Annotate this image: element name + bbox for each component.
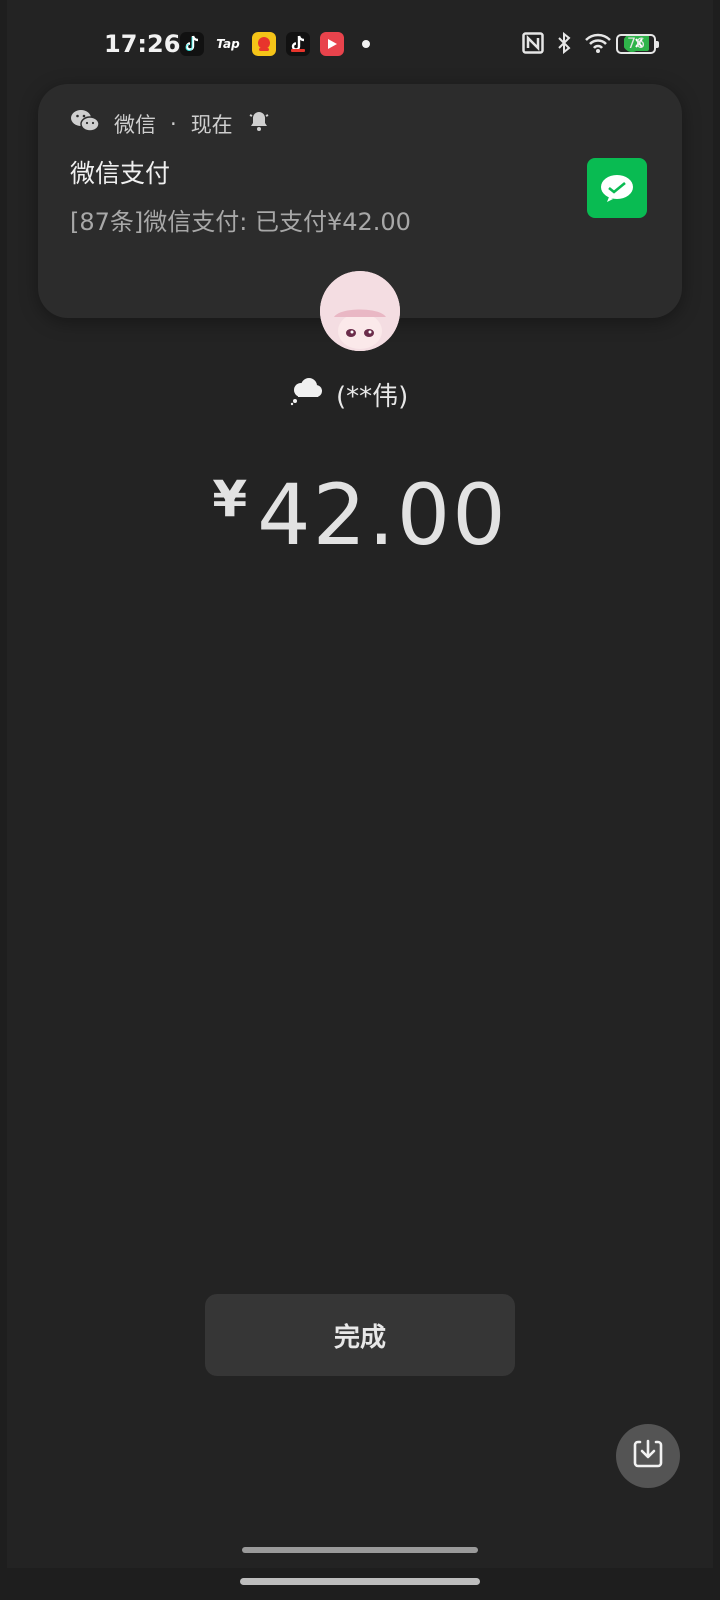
currency-symbol: ¥	[212, 470, 248, 528]
status-bar: 17:26 Tap 76	[0, 0, 720, 90]
done-button[interactable]: 完成	[205, 1294, 515, 1376]
wechat-pay-thumbnail-icon	[587, 158, 647, 218]
payee-row: (**伟)	[290, 376, 408, 413]
notification-header: 微信 · 现在	[70, 108, 271, 139]
notification-app-icons: Tap	[180, 32, 370, 56]
notification-body: [87条]微信支付: 已支付¥42.00	[70, 208, 411, 236]
taobao-icon	[252, 32, 276, 56]
taptap-icon: Tap	[216, 37, 240, 51]
status-time: 17:26	[104, 30, 181, 58]
notification-time: 现在	[190, 112, 233, 137]
douyin-lite-icon	[286, 32, 310, 56]
payee-name: (**伟)	[336, 382, 409, 412]
cloud-icon	[290, 376, 324, 413]
battery-indicator: 76	[616, 34, 659, 54]
download-icon	[630, 1436, 666, 1476]
video-icon	[320, 32, 344, 56]
bluetooth-icon	[556, 31, 572, 58]
payment-amount: ¥42.00	[0, 466, 720, 564]
bell-icon	[247, 109, 271, 138]
notification-title: 微信支付	[70, 159, 171, 188]
home-indicator[interactable]	[240, 1578, 480, 1585]
save-download-button[interactable]	[616, 1424, 680, 1488]
douyin-icon	[180, 32, 204, 56]
notification-app-name: 微信	[114, 112, 156, 137]
nfc-icon	[522, 32, 544, 58]
wifi-icon	[584, 32, 612, 58]
more-notifications-dot	[362, 40, 370, 48]
amount-value: 42.00	[257, 466, 508, 564]
home-indicator-inner[interactable]	[242, 1547, 478, 1553]
payee-avatar	[320, 271, 400, 351]
notification-separator: ·	[170, 111, 177, 136]
wechat-icon	[70, 108, 100, 139]
